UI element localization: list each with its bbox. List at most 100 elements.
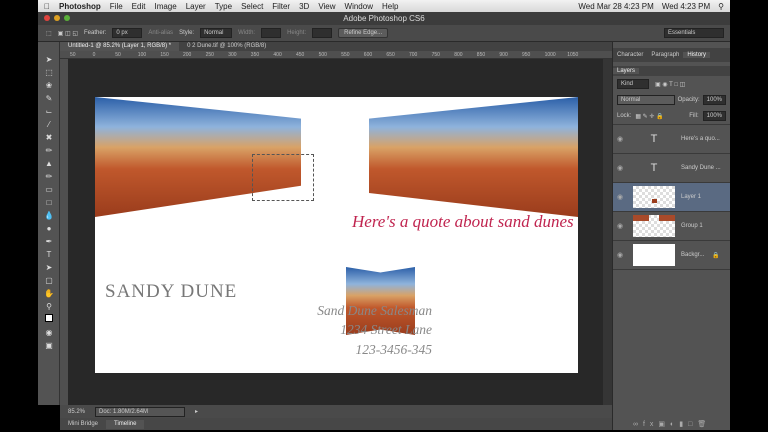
- ruler-tick-label: 900: [499, 52, 508, 58]
- layer-row-group-1[interactable]: ◉ Group 1: [613, 212, 730, 241]
- eye-icon[interactable]: ◉: [613, 251, 627, 259]
- dodge-tool-icon[interactable]: ●: [42, 223, 56, 234]
- workspace-select[interactable]: Essentials: [664, 28, 724, 38]
- tab-history[interactable]: History: [683, 52, 711, 58]
- close-button[interactable]: [44, 15, 50, 21]
- layer-actions-icons[interactable]: ∞fx▣◐▮□🗑: [633, 420, 711, 428]
- ruler-tick-label: 400: [273, 52, 282, 58]
- zoom-button[interactable]: [64, 15, 70, 21]
- healing-brush-icon[interactable]: ✖: [42, 132, 56, 143]
- tab-untitled-1[interactable]: Untitled-1 @ 85.2% (Layer 1, RGB/8) *: [60, 42, 180, 51]
- tab-layers[interactable]: Layers: [613, 68, 640, 74]
- minimize-button[interactable]: [54, 15, 60, 21]
- layer-name: Group 1: [681, 223, 703, 229]
- eye-icon[interactable]: ◉: [613, 164, 627, 172]
- style-select[interactable]: Normal: [200, 28, 233, 38]
- selection-mode-icons[interactable]: ▣ ◫ ◱: [58, 30, 78, 37]
- brush-tool-icon[interactable]: ✏: [42, 145, 56, 156]
- menu-image[interactable]: Image: [154, 2, 176, 11]
- shape-tool-icon[interactable]: ▢: [42, 275, 56, 286]
- menu-window[interactable]: Window: [345, 2, 373, 11]
- menu-3d[interactable]: 3D: [299, 2, 309, 11]
- stamp-tool-icon[interactable]: ▲: [42, 158, 56, 169]
- doc-size[interactable]: Doc: 1.80M/2.64M: [95, 406, 186, 417]
- move-tool-icon[interactable]: ➤: [42, 54, 56, 65]
- ruler-tick-label: 100: [137, 52, 147, 58]
- tab-timeline[interactable]: Timeline: [106, 419, 145, 429]
- ruler-tick-label: 650: [386, 52, 395, 58]
- eraser-icon[interactable]: ▭: [42, 184, 56, 195]
- gradient-tool-icon[interactable]: □: [42, 197, 56, 208]
- menu-help[interactable]: Help: [382, 2, 398, 11]
- zoom-tool-icon[interactable]: ⚲: [42, 301, 56, 312]
- menu-type[interactable]: Type: [215, 2, 232, 11]
- quick-select-icon[interactable]: ✎: [42, 93, 56, 104]
- job-title-text: Sand Dune Salesman: [317, 303, 432, 318]
- style-label: Style:: [179, 30, 195, 36]
- tab-character[interactable]: Character: [613, 52, 647, 58]
- opacity-input[interactable]: 100%: [702, 95, 726, 105]
- menu-view[interactable]: View: [318, 2, 335, 11]
- color-swatches[interactable]: [42, 314, 56, 325]
- vertical-scrollbar[interactable]: [603, 59, 612, 405]
- lasso-tool-icon[interactable]: ❀: [42, 80, 56, 91]
- type-tool-icon[interactable]: T: [42, 249, 56, 260]
- eye-icon[interactable]: ◉: [613, 193, 627, 201]
- lock-icons[interactable]: ▦ ✎ ✛ 🔒: [635, 113, 663, 120]
- height-input[interactable]: [312, 28, 333, 38]
- anti-alias-checkbox[interactable]: Anti-alias: [148, 30, 173, 36]
- layer-name: Layer 1: [681, 194, 702, 200]
- marquee-tool-icon[interactable]: ⬚: [42, 67, 56, 78]
- tab-dune[interactable]: 0 2 Dune.tif @ 100% (RGB/8): [179, 42, 274, 51]
- selection-marquee[interactable]: [252, 154, 314, 201]
- clock-2[interactable]: Wed 4:23 PM: [662, 2, 710, 11]
- crop-tool-icon[interactable]: ⌙: [42, 106, 56, 117]
- layer-thumbnail: [633, 186, 675, 208]
- menu-select[interactable]: Select: [241, 2, 263, 11]
- layer-row-sandy-dune[interactable]: ◉ T Sandy Dune ...: [613, 154, 730, 183]
- pen-tool-icon[interactable]: ✒: [42, 236, 56, 247]
- fill-input[interactable]: 100%: [702, 111, 726, 121]
- status-menu-arrow-icon[interactable]: ▸: [195, 408, 198, 415]
- tab-mini-bridge[interactable]: Mini Bridge: [60, 420, 106, 429]
- menu-file[interactable]: File: [110, 2, 123, 11]
- ruler-tick-label: 350: [250, 52, 260, 58]
- width-input[interactable]: [261, 28, 282, 38]
- menu-layer[interactable]: Layer: [186, 2, 206, 11]
- document-canvas[interactable]: [95, 97, 578, 373]
- quick-mask-icon[interactable]: ◉: [42, 327, 56, 338]
- refine-edge-button[interactable]: Refine Edge...: [338, 28, 389, 38]
- apple-icon[interactable]: : [44, 2, 50, 11]
- height-label: Height:: [287, 30, 307, 36]
- eyedropper-icon[interactable]: ⁄: [42, 119, 56, 130]
- quote-text: Here's a quote about sand dunes: [352, 212, 574, 231]
- menu-edit[interactable]: Edit: [132, 2, 146, 11]
- hand-tool-icon[interactable]: ✋: [42, 288, 56, 299]
- marquee-tool-icon[interactable]: ⬚: [46, 30, 52, 37]
- layer-row-background[interactable]: ◉ Backgr... 🔒: [613, 241, 730, 270]
- history-brush-icon[interactable]: ✏: [42, 171, 56, 182]
- menu-filter[interactable]: Filter: [272, 2, 290, 11]
- path-select-icon[interactable]: ➤: [42, 262, 56, 273]
- eye-icon[interactable]: ◉: [613, 135, 627, 143]
- blend-mode-select[interactable]: Normal: [617, 95, 675, 105]
- layer-row-quote[interactable]: ◉ T Here's a quo...: [613, 125, 730, 154]
- feather-input[interactable]: 0 px: [112, 28, 143, 38]
- width-label: Width:: [238, 30, 256, 36]
- layer-name: Backgr...: [681, 252, 705, 258]
- opacity-label: Opacity:: [677, 97, 700, 103]
- spotlight-icon[interactable]: ⚲: [718, 2, 724, 11]
- zoom-level[interactable]: 85.2%: [68, 409, 85, 415]
- layer-row-layer-1[interactable]: ◉ Layer 1: [613, 183, 730, 212]
- menu-app[interactable]: Photoshop: [59, 2, 101, 11]
- screen-mode-icon[interactable]: ▣: [42, 340, 56, 351]
- blur-tool-icon[interactable]: 💧: [42, 210, 56, 221]
- eye-icon[interactable]: ◉: [613, 222, 627, 230]
- filter-icons[interactable]: ▣ ◉ T □ ◫: [655, 81, 685, 88]
- clock[interactable]: Wed Mar 28 4:23 PM: [578, 2, 653, 11]
- feather-label: Feather:: [84, 30, 107, 36]
- text-layer-icon: T: [650, 133, 658, 145]
- lock-icon: 🔒: [712, 252, 720, 259]
- tab-paragraph[interactable]: Paragraph: [647, 52, 683, 58]
- kind-filter-select[interactable]: Kind: [617, 79, 649, 89]
